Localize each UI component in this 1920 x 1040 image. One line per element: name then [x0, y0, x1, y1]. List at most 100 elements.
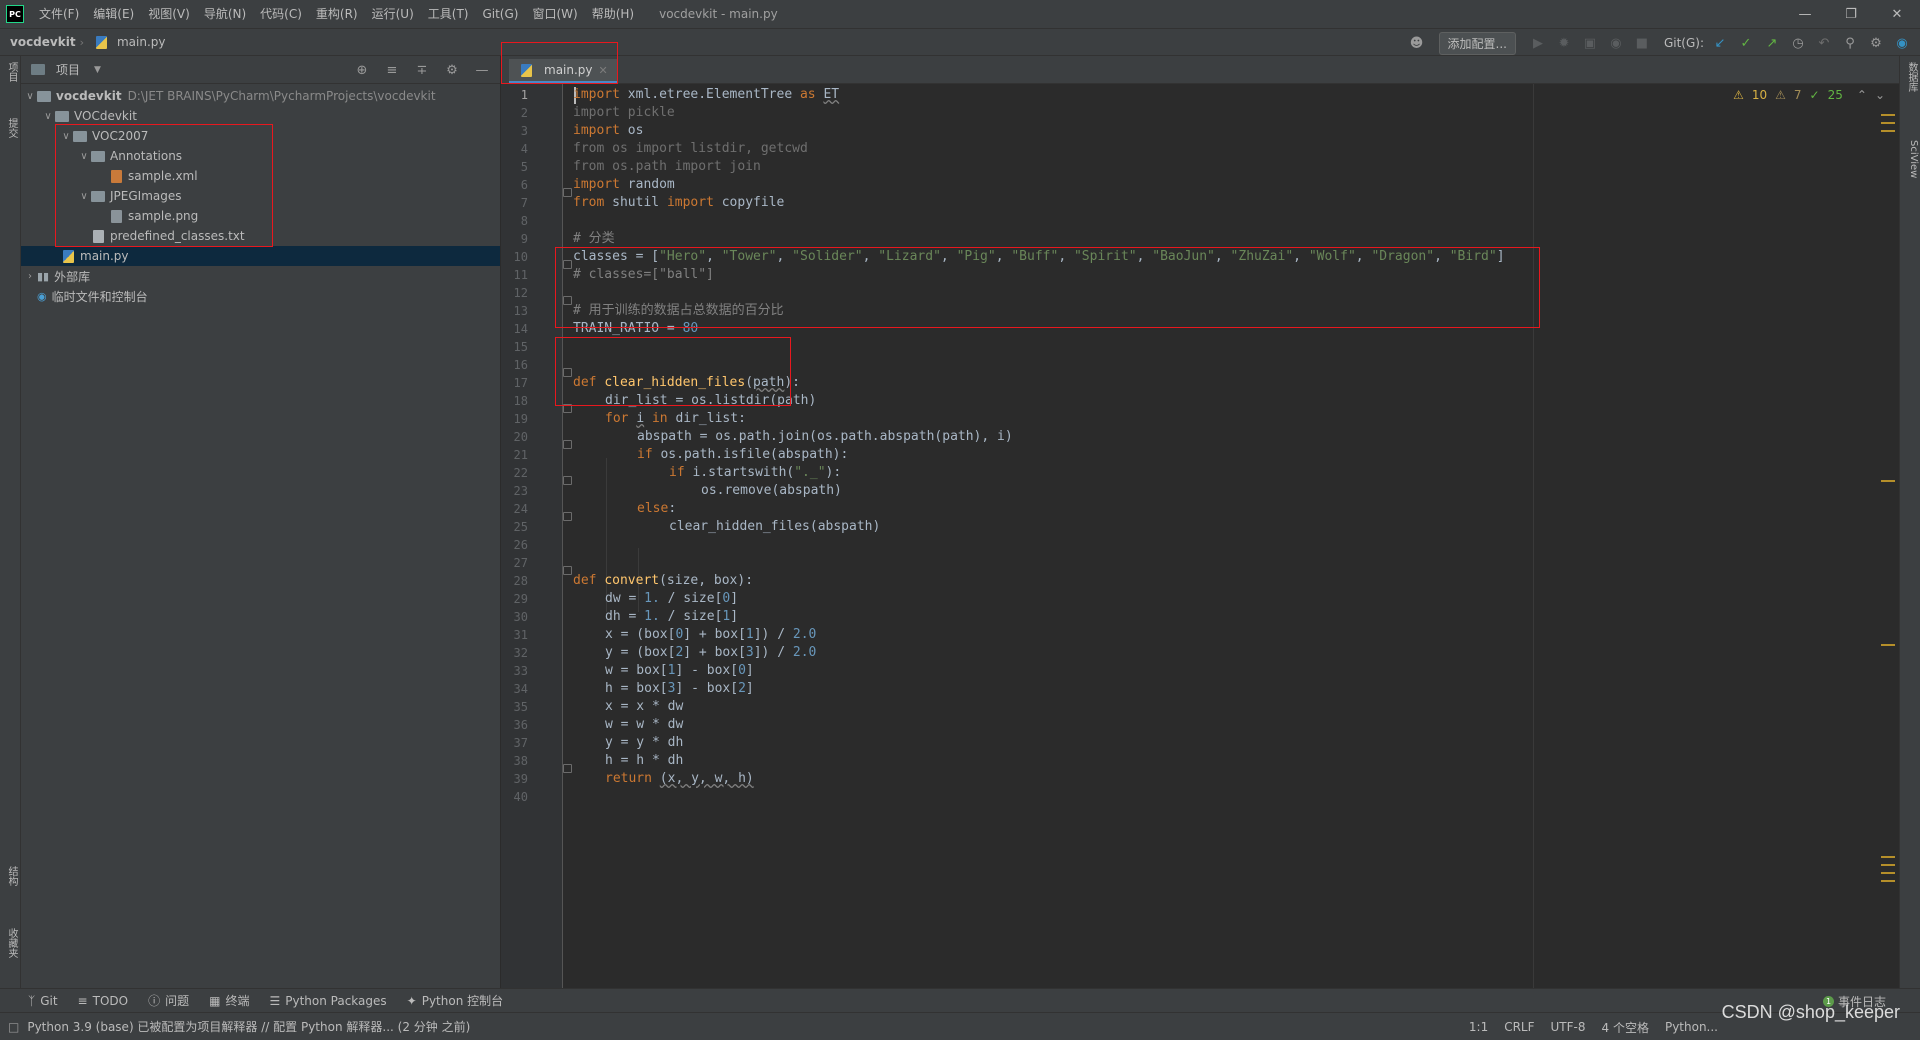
- warning-stripe-mark[interactable]: [1881, 872, 1895, 874]
- structure-tool-tab[interactable]: 结构: [2, 866, 19, 886]
- breadcrumb-project[interactable]: vocdevkit: [0, 35, 80, 49]
- indent-setting[interactable]: 4 个空格: [1602, 1019, 1649, 1036]
- tree-item-jpegimages[interactable]: ∨ JPEGImages: [21, 186, 500, 206]
- fold-marker-icon[interactable]: [563, 512, 572, 521]
- tree-item-predefined-classes[interactable]: predefined_classes.txt: [21, 226, 500, 246]
- expand-arrow-icon[interactable]: ∨: [23, 91, 37, 102]
- tree-item-vocdevkit-dir[interactable]: ∨ VOCdevkit: [21, 106, 500, 126]
- status-toggle-icon[interactable]: □: [8, 1020, 19, 1034]
- warning-stripe-mark[interactable]: [1881, 114, 1895, 116]
- expand-all-icon[interactable]: ≡: [382, 60, 402, 80]
- breadcrumb-file[interactable]: main.py: [84, 35, 170, 49]
- git-commit-icon[interactable]: ✓: [1736, 33, 1756, 53]
- expand-arrow-icon[interactable]: ∨: [77, 151, 91, 162]
- warning-stripe-mark[interactable]: [1881, 644, 1895, 646]
- tool-problems[interactable]: ⓘ 问题: [148, 992, 189, 1009]
- fold-marker-icon[interactable]: [563, 296, 572, 305]
- tree-item-main-py[interactable]: main.py: [21, 246, 500, 266]
- warning-stripe-mark[interactable]: [1881, 856, 1895, 858]
- interpreter-widget[interactable]: Python...: [1665, 1020, 1718, 1034]
- project-panel-title[interactable]: 项目: [56, 61, 80, 78]
- menu-code[interactable]: 代码(C): [253, 0, 309, 28]
- code-line-39[interactable]: return (x, y, w, h): [605, 768, 754, 790]
- tree-item-annotations[interactable]: ∨ Annotations: [21, 146, 500, 166]
- code-line-25[interactable]: clear_hidden_files(abspath): [669, 516, 880, 538]
- menu-edit[interactable]: 编辑(E): [86, 0, 141, 28]
- commit-tool-tab[interactable]: 提交: [2, 118, 19, 138]
- expand-arrow-icon[interactable]: ∨: [41, 111, 55, 122]
- run-icon[interactable]: ▶: [1528, 33, 1548, 53]
- minimize-icon[interactable]: —: [1782, 0, 1828, 28]
- fold-marker-icon[interactable]: [563, 368, 572, 377]
- caret-position[interactable]: 1:1: [1469, 1020, 1488, 1034]
- warning-stripe-mark[interactable]: [1881, 880, 1895, 882]
- tree-item-vocdevkit-root[interactable]: ∨ vocdevkit D:\JET BRAINS\PyCharm\Pychar…: [21, 86, 500, 106]
- tree-item-sample-png[interactable]: sample.png: [21, 206, 500, 226]
- debug-icon[interactable]: ✹: [1554, 33, 1574, 53]
- fold-marker-icon[interactable]: [563, 188, 572, 197]
- database-tool-tab[interactable]: 数据库: [1902, 62, 1919, 92]
- code-line-23[interactable]: os.remove(abspath): [701, 480, 842, 502]
- close-icon[interactable]: ✕: [599, 64, 608, 77]
- menu-help[interactable]: 帮助(H): [585, 0, 641, 28]
- tool-python-packages[interactable]: ☰ Python Packages: [269, 994, 386, 1008]
- restore-icon[interactable]: ❐: [1828, 0, 1874, 28]
- tab-main-py[interactable]: main.py ✕: [509, 59, 618, 84]
- warning-stripe-mark[interactable]: [1881, 122, 1895, 124]
- tool-terminal[interactable]: ▦ 终端: [209, 992, 249, 1009]
- close-icon[interactable]: ✕: [1874, 0, 1920, 28]
- fold-marker-icon[interactable]: [563, 764, 572, 773]
- stop-icon[interactable]: ■: [1632, 33, 1652, 53]
- code-line-7[interactable]: from shutil import copyfile: [573, 192, 784, 214]
- bookmarks-tool-tab[interactable]: 收藏夹: [2, 928, 19, 958]
- tool-todo[interactable]: ≡ TODO: [78, 994, 129, 1008]
- warning-stripe-mark[interactable]: [1881, 130, 1895, 132]
- git-push-icon[interactable]: ↗: [1762, 33, 1782, 53]
- code-editor[interactable]: 1 2 3 4 5 6 7 8 9 10 11 12 13 14 15 16 17 18 19 20 21 22 23 24 2…: [501, 84, 1899, 988]
- add-configuration-button[interactable]: 添加配置...: [1438, 31, 1516, 55]
- sciview-tool-tab[interactable]: SciView: [1902, 140, 1919, 178]
- git-update-icon[interactable]: ↙: [1710, 33, 1730, 53]
- project-tool-tab[interactable]: 项目: [2, 62, 19, 82]
- chevron-down-icon[interactable]: ⌄: [1875, 88, 1885, 102]
- ide-update-icon[interactable]: ◉: [1892, 33, 1912, 53]
- expand-arrow-icon[interactable]: ∨: [77, 191, 91, 202]
- menu-git[interactable]: Git(G): [475, 0, 525, 28]
- fold-marker-icon[interactable]: [563, 476, 572, 485]
- menu-navigate[interactable]: 导航(N): [197, 0, 253, 28]
- menu-view[interactable]: 视图(V): [141, 0, 197, 28]
- status-message[interactable]: Python 3.9 (base) 已被配置为项目解释器 // 配置 Pytho…: [27, 1018, 470, 1035]
- tree-item-sample-xml[interactable]: sample.xml: [21, 166, 500, 186]
- chevron-up-icon[interactable]: ⌃: [1857, 88, 1867, 102]
- warning-stripe-mark[interactable]: [1881, 864, 1895, 866]
- user-icon[interactable]: ☻: [1407, 33, 1427, 53]
- inspection-widget[interactable]: ⚠ 10 ⚠ 7 ✓ 25 ⌃ ⌄: [1733, 88, 1885, 102]
- menu-window[interactable]: 窗口(W): [525, 0, 584, 28]
- search-icon[interactable]: ⚲: [1840, 33, 1860, 53]
- fold-marker-icon[interactable]: [563, 566, 572, 575]
- menu-file[interactable]: 文件(F): [32, 0, 86, 28]
- menu-run[interactable]: 运行(U): [365, 0, 421, 28]
- line-separator[interactable]: CRLF: [1504, 1020, 1534, 1034]
- rollback-icon[interactable]: ↶: [1814, 33, 1834, 53]
- tree-item-scratches[interactable]: ◉ 临时文件和控制台: [21, 286, 500, 306]
- file-encoding[interactable]: UTF-8: [1551, 1020, 1586, 1034]
- code-line-11[interactable]: # classes=["ball"]: [573, 264, 714, 286]
- menu-refactor[interactable]: 重构(R): [309, 0, 365, 28]
- expand-arrow-icon[interactable]: ∨: [59, 131, 73, 142]
- chevron-down-icon[interactable]: ▼: [94, 65, 101, 75]
- menu-tools[interactable]: 工具(T): [421, 0, 476, 28]
- gear-icon[interactable]: ⚙: [442, 60, 462, 80]
- fold-marker-icon[interactable]: [563, 260, 572, 269]
- coverage-icon[interactable]: ▣: [1580, 33, 1600, 53]
- warning-stripe-mark[interactable]: [1881, 480, 1895, 482]
- tree-item-external-libraries[interactable]: › ▮▮ 外部库: [21, 266, 500, 286]
- collapse-all-icon[interactable]: ∓: [412, 60, 432, 80]
- fold-marker-icon[interactable]: [563, 404, 572, 413]
- history-icon[interactable]: ◷: [1788, 33, 1808, 53]
- expand-arrow-icon[interactable]: ›: [23, 271, 37, 282]
- locate-icon[interactable]: ⊕: [352, 60, 372, 80]
- fold-marker-icon[interactable]: [563, 440, 572, 449]
- tree-item-voc2007[interactable]: ∨ VOC2007: [21, 126, 500, 146]
- settings-icon[interactable]: ⚙: [1866, 33, 1886, 53]
